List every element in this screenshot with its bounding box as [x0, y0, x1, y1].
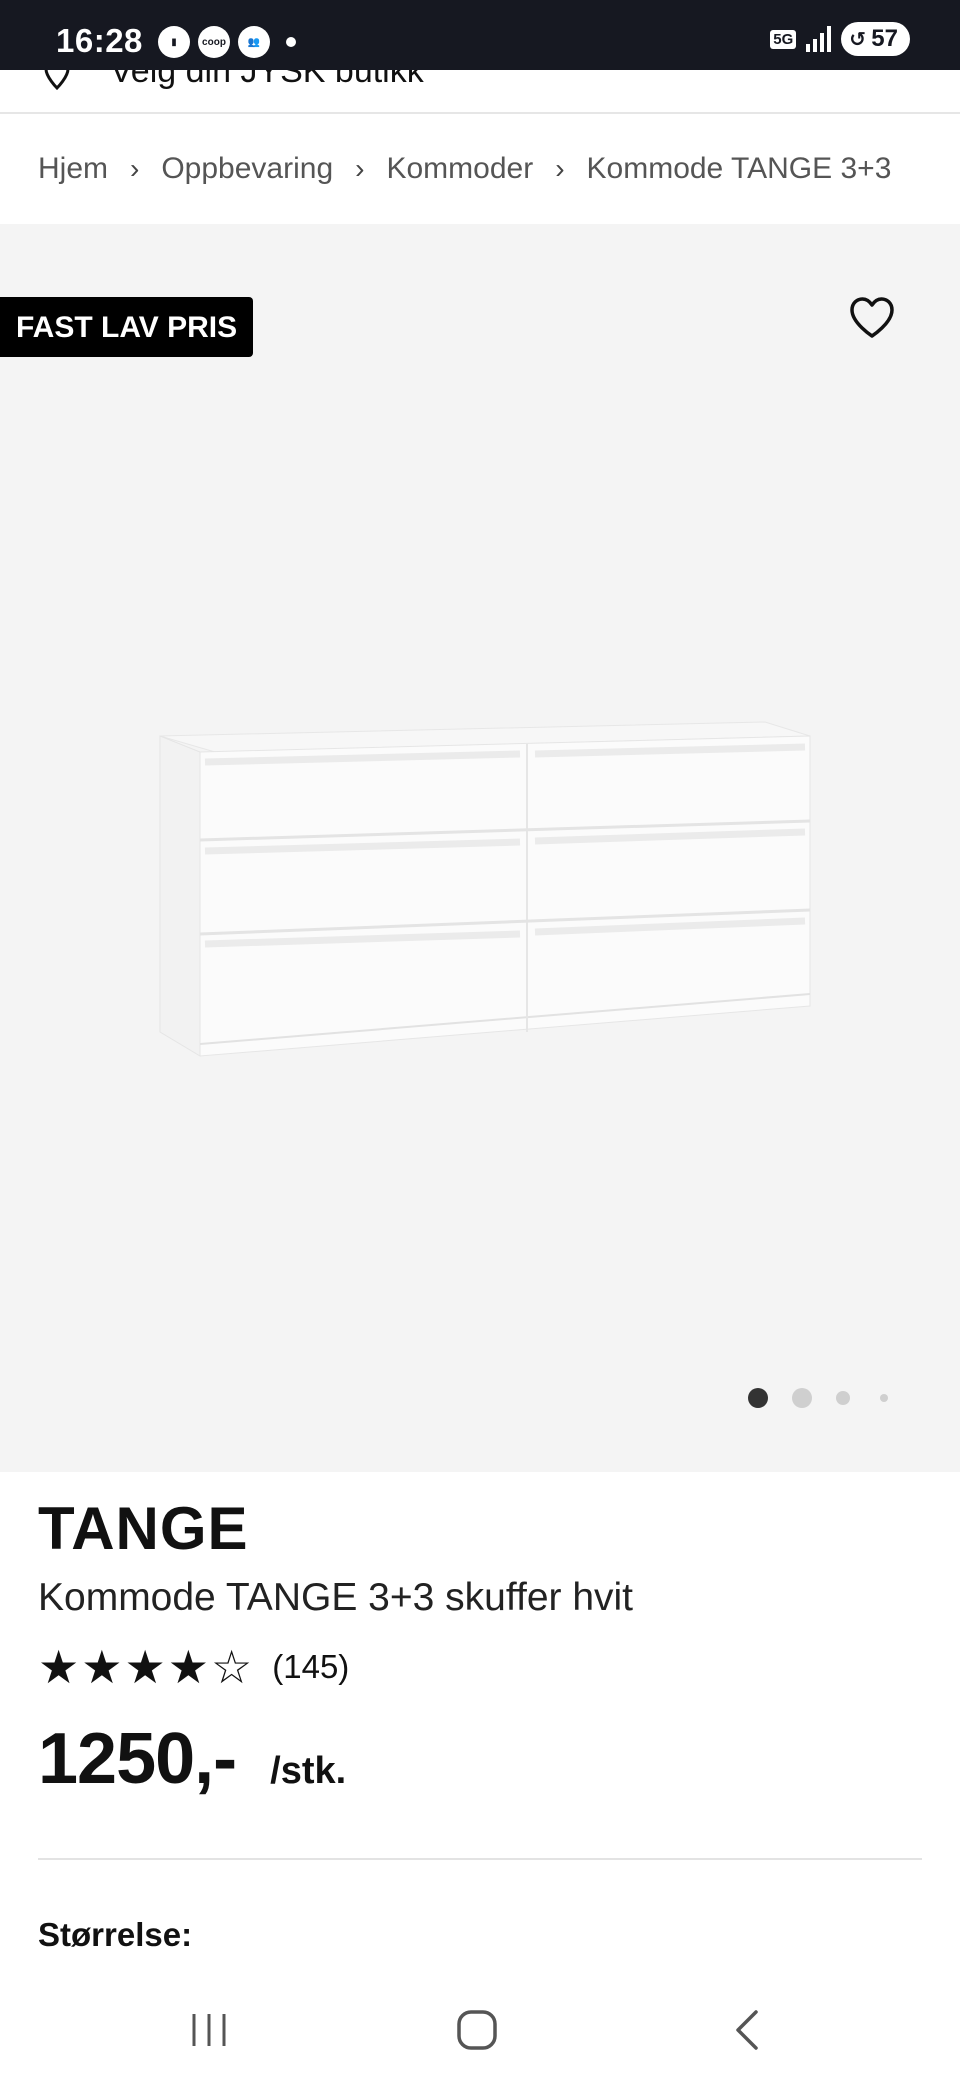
status-bar: 16:28 ▮ coop 👥 5G ↺ 57 — [0, 0, 960, 70]
more-notifications-icon — [286, 37, 296, 47]
star-filled-icon: ★ — [38, 1641, 80, 1693]
coop-app-icon: coop — [198, 26, 230, 58]
signal-icon — [806, 26, 832, 52]
gallery-dot[interactable] — [836, 1391, 850, 1405]
star-filled-icon: ★ — [124, 1641, 166, 1693]
review-count[interactable]: (145) — [272, 1648, 349, 1686]
star-filled-icon: ★ — [167, 1641, 209, 1693]
price-unit: /stk. — [270, 1750, 347, 1792]
chevron-right-icon: › — [355, 153, 365, 184]
gallery-dot[interactable] — [792, 1388, 812, 1408]
recent-apps-icon — [192, 2014, 226, 2046]
breadcrumb-current[interactable]: Kommode TANGE 3+3 — [587, 152, 892, 186]
power-saving-icon: ↺ — [849, 29, 867, 51]
product-page: 16:28 ▮ coop 👥 5G ↺ 57 Velg din JYSK but… — [0, 0, 960, 2080]
system-navigation-bar — [0, 1982, 960, 2080]
home-button[interactable] — [432, 1998, 522, 2062]
favorite-heart-icon[interactable] — [848, 296, 896, 340]
status-time: 16:28 — [56, 22, 143, 59]
product-image — [159, 721, 811, 1057]
product-brand: TANGE — [38, 1495, 249, 1562]
gallery-dot[interactable] — [880, 1394, 888, 1402]
gallery-pagination — [748, 1388, 888, 1408]
gallery-dot[interactable] — [748, 1388, 768, 1408]
back-button[interactable] — [702, 1998, 792, 2062]
divider — [38, 1858, 922, 1860]
home-icon — [457, 2010, 497, 2050]
product-price: 1250,- /stk. — [38, 1718, 346, 1800]
size-label: Størrelse: — [38, 1916, 193, 1953]
battery-level: 57 — [871, 25, 898, 52]
product-gallery[interactable]: FAST LAV PRIS — [0, 224, 960, 1472]
price-badge: FAST LAV PRIS — [0, 297, 254, 357]
product-rating[interactable]: ★ ★ ★ ★ ☆ (145) — [38, 1644, 349, 1690]
app-notification-icon: ▮ — [158, 26, 190, 58]
system-icons: 5G ↺ 57 — [770, 22, 910, 56]
chevron-right-icon: › — [555, 153, 565, 184]
breadcrumb-dressers[interactable]: Kommoder — [386, 152, 533, 186]
recent-apps-button[interactable] — [164, 1998, 254, 2062]
battery-icon: ↺ 57 — [841, 22, 910, 56]
breadcrumb: Hjem › Oppbevaring › Kommoder › Kommode … — [0, 114, 960, 224]
price-amount: 1250,- — [38, 1719, 237, 1799]
star-empty-icon: ☆ — [211, 1641, 253, 1693]
notification-icons: ▮ coop 👥 — [158, 26, 296, 58]
product-name: Kommode TANGE 3+3 skuffer hvit — [38, 1576, 634, 1619]
teams-icon: 👥 — [238, 26, 270, 58]
network-type-icon: 5G — [770, 29, 797, 49]
back-icon — [736, 2010, 758, 2050]
star-filled-icon: ★ — [81, 1641, 123, 1693]
breadcrumb-storage[interactable]: Oppbevaring — [161, 152, 333, 186]
breadcrumb-home[interactable]: Hjem — [38, 152, 108, 186]
chevron-right-icon: › — [130, 153, 140, 184]
